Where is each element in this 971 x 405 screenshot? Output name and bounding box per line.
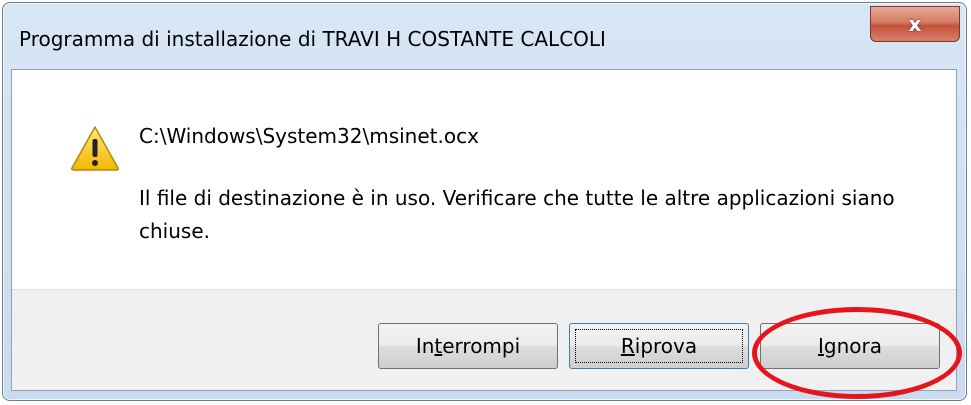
window-title: Programma di installazione di TRAVI H CO… (19, 27, 606, 51)
focus-rectangle (575, 329, 743, 363)
file-path: C:\Windows\System32\msinet.ocx (139, 124, 479, 148)
error-message: Il file di destinazione è in uso. Verifi… (139, 186, 895, 243)
message-area: C:\Windows\System32\msinet.ocx Il file d… (12, 70, 956, 289)
dialog-body: C:\Windows\System32\msinet.ocx Il file d… (11, 69, 957, 391)
installer-dialog: Programma di installazione di TRAVI H CO… (2, 2, 967, 401)
button-bar: Interrompi Riprova Ignora (12, 289, 956, 390)
retry-button[interactable]: Riprova (569, 323, 749, 369)
ignore-button[interactable]: Ignora (760, 323, 940, 369)
abort-label: Interrompi (415, 334, 521, 358)
close-icon: x (908, 12, 922, 36)
title-bar[interactable]: Programma di installazione di TRAVI H CO… (3, 3, 966, 69)
close-button[interactable]: x (870, 6, 960, 42)
abort-button[interactable]: Interrompi (378, 323, 558, 369)
ignore-label: Ignora (818, 334, 882, 358)
warning-icon (71, 126, 119, 171)
